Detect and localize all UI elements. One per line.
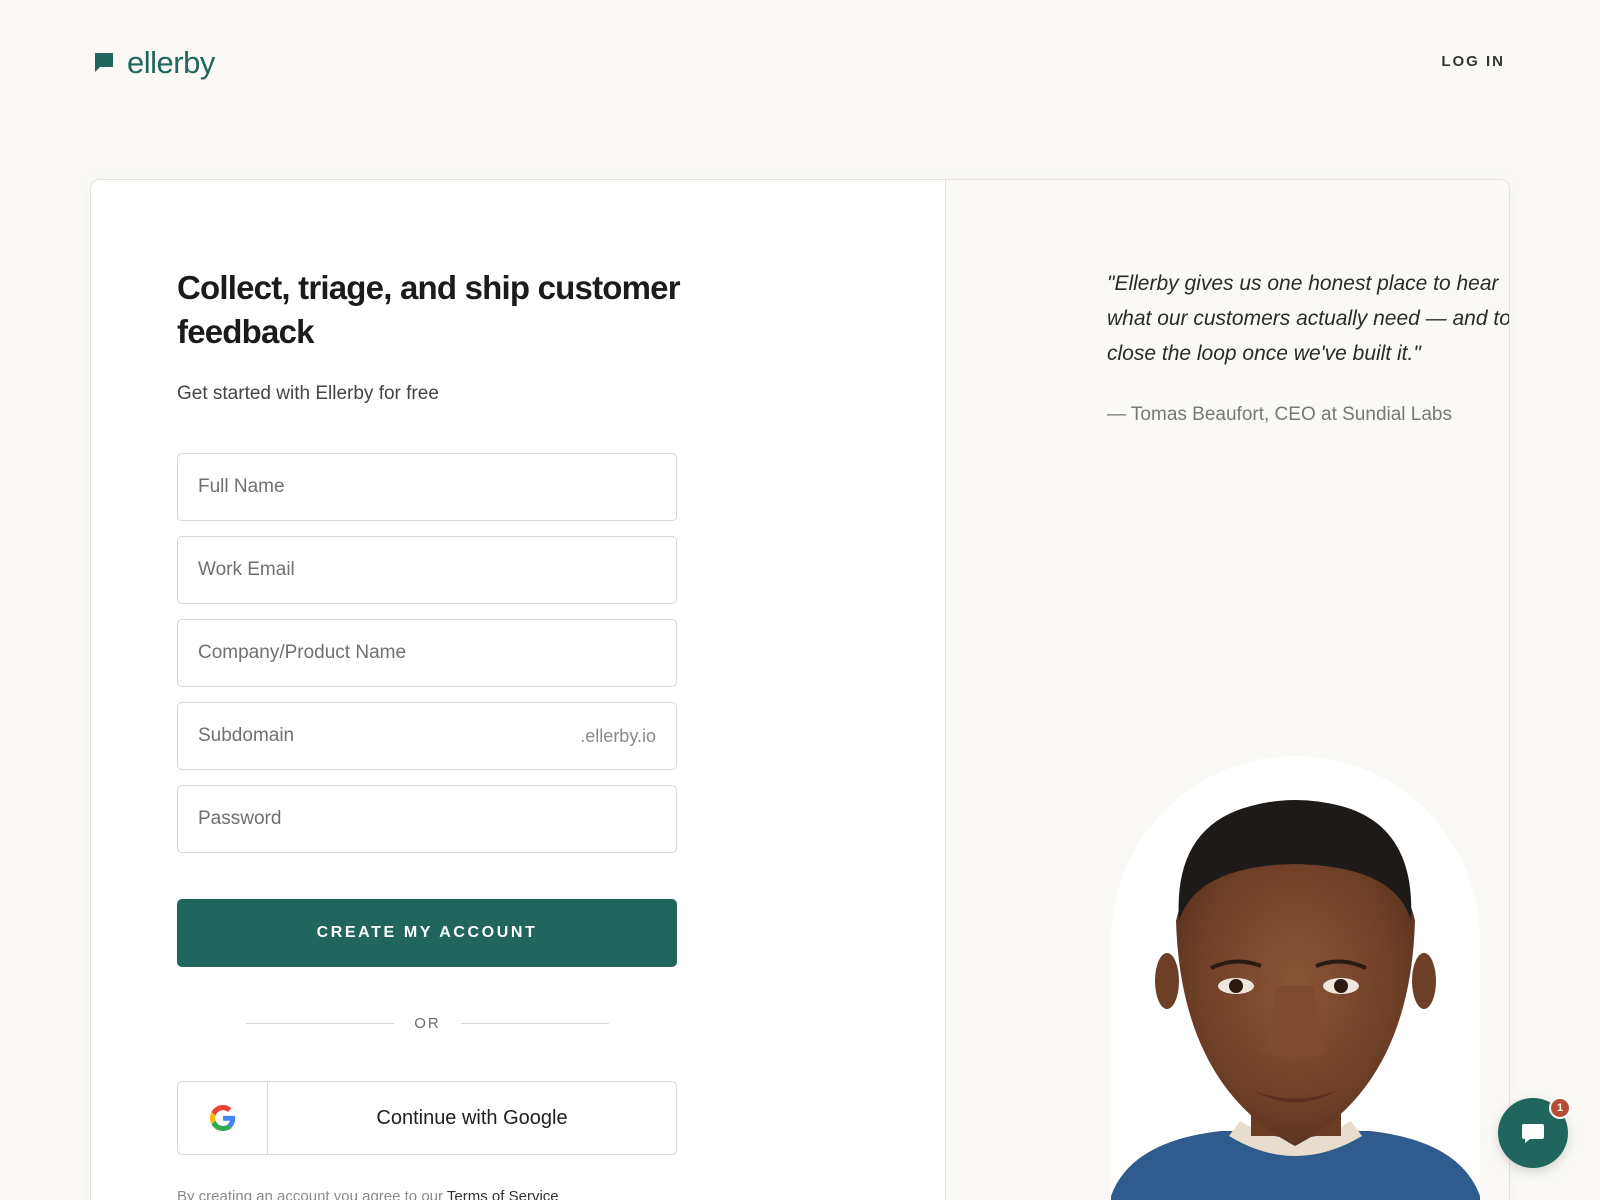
- unread-badge: 1: [1549, 1097, 1571, 1119]
- company-name-field: [177, 619, 677, 687]
- testimonial-pane: "Ellerby gives us one honest place to he…: [945, 180, 1509, 1200]
- google-signin-label: Continue with Google: [376, 1106, 568, 1129]
- google-icon-container: [178, 1082, 268, 1154]
- testimonial-attribution: — Tomas Beaufort, CEO at Sundial Labs: [1107, 404, 1452, 425]
- subdomain-input[interactable]: [198, 703, 581, 769]
- divider-label: OR: [414, 1015, 441, 1032]
- terms-of-service-link[interactable]: Terms of Service: [447, 1188, 559, 1200]
- signup-form-pane: Collect, triage, and ship customer feedb…: [91, 180, 945, 1200]
- person-portrait-image: [1111, 756, 1480, 1200]
- full-name-field: [177, 453, 677, 521]
- work-email-input[interactable]: [198, 537, 656, 603]
- top-bar: ellerby LOG IN: [0, 0, 1600, 130]
- password-input[interactable]: [198, 786, 656, 852]
- divider-line-right: [460, 1023, 609, 1024]
- testimonial-quote: "Ellerby gives us one honest place to he…: [1107, 272, 1510, 365]
- password-field: [177, 785, 677, 853]
- google-signin-button[interactable]: Continue with Google: [177, 1081, 677, 1155]
- page-title: Collect, triage, and ship customer feedb…: [177, 269, 681, 350]
- subdomain-suffix: .ellerby.io: [580, 725, 656, 746]
- login-link[interactable]: LOG IN: [1441, 53, 1505, 70]
- divider-line-left: [246, 1023, 395, 1024]
- signup-card: Collect, triage, and ship customer feedb…: [90, 179, 1510, 1200]
- brand-logo[interactable]: ellerby: [93, 44, 215, 82]
- testimonial-portrait: [1111, 756, 1480, 1200]
- terms-notice: By creating an account you agree to our …: [177, 1188, 559, 1200]
- chat-bubble-icon: [1522, 1124, 1544, 1143]
- chat-flag-icon: [95, 53, 113, 72]
- brand-name: ellerby: [127, 45, 215, 80]
- company-name-input[interactable]: [198, 620, 656, 686]
- subdomain-field: .ellerby.io: [177, 702, 677, 770]
- create-account-button[interactable]: CREATE MY ACCOUNT: [177, 899, 677, 967]
- full-name-input[interactable]: [198, 454, 656, 520]
- work-email-field: [177, 536, 677, 604]
- page-subtitle: Get started with Ellerby for free: [177, 383, 439, 404]
- or-divider: OR: [246, 1015, 609, 1032]
- terms-prefix: By creating an account you agree to our: [177, 1188, 444, 1200]
- google-icon: [209, 1105, 235, 1131]
